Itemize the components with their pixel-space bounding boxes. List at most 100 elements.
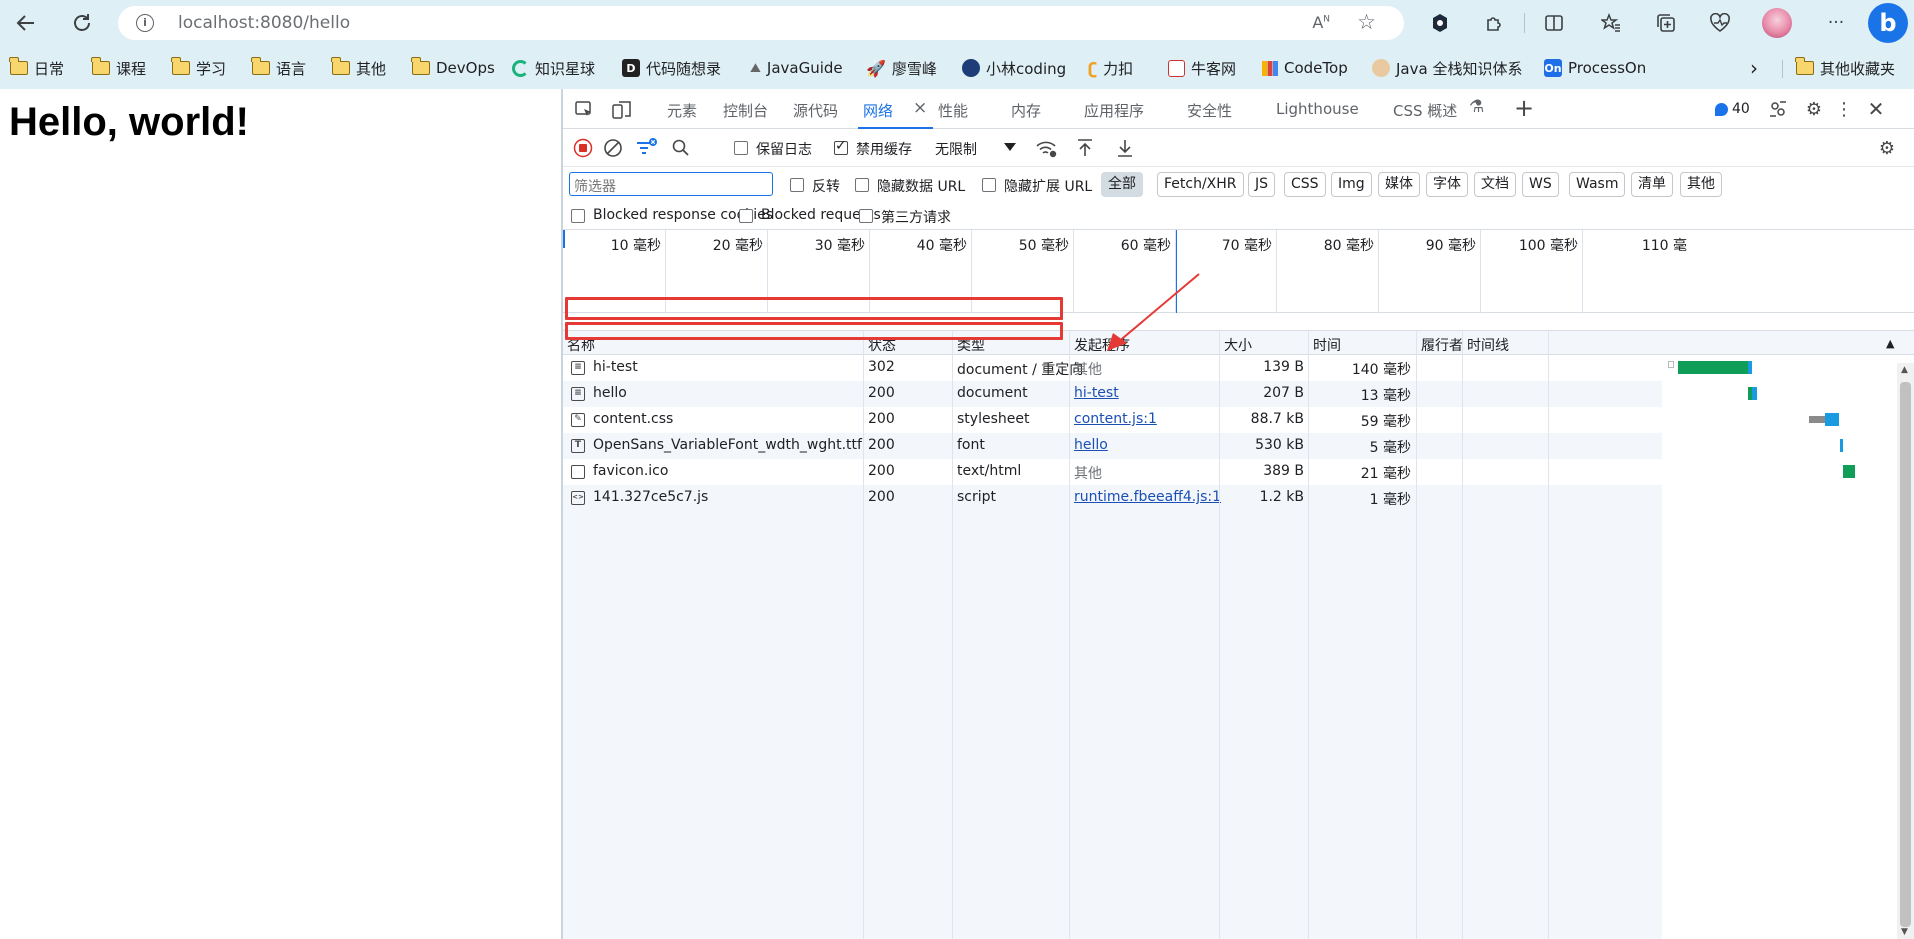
filter-type-wasm[interactable]: Wasm — [1569, 172, 1626, 197]
customize-icon[interactable] — [1767, 98, 1789, 120]
tab-performance[interactable]: 性能 — [938, 100, 968, 121]
record-stop-icon[interactable] — [573, 138, 593, 158]
bookmark-liaoxuefeng[interactable]: 🚀 廖雪峰 — [866, 56, 937, 80]
filter-type-img[interactable]: Img — [1331, 172, 1372, 197]
tab-memory[interactable]: 内存 — [1011, 100, 1041, 121]
filter-funnel-icon[interactable] — [635, 136, 659, 160]
request-initiator-link[interactable]: content.js:1 — [1074, 411, 1157, 427]
bookmark-codetop[interactable]: CodeTop — [1262, 56, 1348, 80]
table-row[interactable]: T OpenSans_VariableFont_wdth_wght.ttf 20… — [563, 433, 1662, 459]
bookmark-xuexi[interactable]: 学习 — [171, 56, 226, 80]
export-har-icon[interactable] — [1115, 138, 1135, 158]
filter-type-media[interactable]: 媒体 — [1378, 172, 1420, 197]
bookmark-richang[interactable]: 日常 — [9, 56, 64, 80]
scroll-up-icon[interactable]: ▲ — [1901, 365, 1908, 375]
table-row[interactable]: ≡ hi-test 302 document / 重定向 其他 139 B 14… — [563, 355, 1662, 381]
read-aloud-icon[interactable]: AN — [1312, 13, 1330, 32]
reload-icon[interactable] — [66, 7, 98, 39]
favorite-star-icon[interactable]: ☆ — [1357, 10, 1376, 34]
address-bar[interactable]: i localhost:8080/hello AN ☆ — [118, 6, 1404, 40]
request-initiator-link[interactable]: hello — [1074, 437, 1108, 453]
bookmark-leetcode[interactable]: ʗ 力扣 — [1088, 56, 1133, 80]
back-arrow-icon[interactable] — [10, 7, 42, 39]
filter-type-js[interactable]: JS — [1248, 172, 1276, 197]
extension-shield-icon[interactable] — [1426, 9, 1454, 37]
chevron-down-icon[interactable] — [1003, 140, 1017, 154]
bookmark-nowcoder[interactable]: 牛客网 — [1168, 56, 1236, 80]
scrollbar-thumb[interactable] — [1900, 382, 1911, 927]
inspect-element-icon[interactable] — [573, 99, 595, 121]
tab-security[interactable]: 安全性 — [1187, 100, 1232, 121]
network-conditions-icon[interactable] — [1035, 138, 1059, 160]
bookmark-devops[interactable]: DevOps — [411, 56, 495, 80]
column-time[interactable]: 时间 — [1313, 335, 1341, 355]
filter-type-all[interactable]: 全部 — [1101, 172, 1143, 197]
column-waterfall[interactable]: 时间线 — [1467, 335, 1509, 355]
clear-icon[interactable] — [603, 138, 623, 158]
split-screen-icon[interactable] — [1540, 9, 1568, 37]
favorites-icon[interactable] — [1597, 9, 1625, 37]
request-initiator-link[interactable]: runtime.fbeeaff4.js:1 — [1074, 489, 1221, 505]
preserve-log-checkbox[interactable] — [734, 141, 748, 155]
site-info-icon[interactable]: i — [136, 14, 154, 32]
more-menu-icon[interactable]: ··· — [1822, 9, 1850, 37]
hide-data-url-checkbox[interactable] — [855, 178, 869, 192]
profile-avatar[interactable] — [1762, 8, 1792, 38]
bookmark-zhishixingqiu[interactable]: 知识星球 — [512, 56, 595, 80]
bookmark-yuyan[interactable]: 语言 — [251, 56, 306, 80]
throttle-select[interactable]: 无限制 — [935, 139, 977, 159]
column-size[interactable]: 大小 — [1224, 335, 1252, 355]
table-row[interactable]: favicon.ico 200 text/html 其他 389 B 21 毫秒 — [563, 459, 1662, 485]
collections-icon[interactable] — [1652, 9, 1680, 37]
bookmark-processon[interactable]: On ProcessOn — [1544, 56, 1646, 80]
hide-ext-url-checkbox[interactable] — [982, 178, 996, 192]
blocked-requests-checkbox[interactable] — [739, 209, 753, 223]
column-fulfilled-by[interactable]: 履行者 — [1421, 335, 1463, 355]
add-tab-icon[interactable]: + — [1514, 94, 1534, 122]
kebab-menu-icon[interactable]: ⋮ — [1835, 98, 1853, 120]
other-bookmarks[interactable]: 其他收藏夹 — [1795, 56, 1895, 80]
bookmarks-chevron-icon[interactable]: › — [1750, 56, 1758, 80]
extensions-puzzle-icon[interactable] — [1480, 9, 1508, 37]
tab-network[interactable]: 网络 — [863, 100, 893, 121]
bookmark-qita[interactable]: 其他 — [331, 56, 386, 80]
device-toolbar-icon[interactable] — [611, 99, 633, 121]
tab-console[interactable]: 控制台 — [723, 100, 768, 121]
browser-essentials-icon[interactable] — [1706, 9, 1734, 37]
close-devtools-icon[interactable]: ✕ — [1865, 97, 1887, 121]
filter-type-other[interactable]: 其他 — [1680, 172, 1722, 197]
filter-type-font[interactable]: 字体 — [1426, 172, 1468, 197]
sort-ascending-icon[interactable]: ▲ — [1886, 337, 1894, 350]
bookmark-xiaolincoding[interactable]: 小林coding — [962, 56, 1066, 80]
tab-application[interactable]: 应用程序 — [1084, 100, 1144, 121]
tab-lighthouse[interactable]: Lighthouse — [1276, 100, 1359, 118]
settings-gear-icon[interactable]: ⚙ — [1803, 98, 1825, 120]
filter-input[interactable]: 筛选器 — [569, 172, 773, 196]
filter-type-doc[interactable]: 文档 — [1474, 172, 1516, 197]
filter-type-fetch-xhr[interactable]: Fetch/XHR — [1157, 172, 1244, 197]
invert-checkbox[interactable] — [790, 178, 804, 192]
filter-type-manifest[interactable]: 清单 — [1631, 172, 1673, 197]
tab-sources[interactable]: 源代码 — [793, 100, 838, 121]
disable-cache-checkbox[interactable] — [834, 138, 848, 155]
waterfall-scrollbar[interactable]: ▲ ▼ — [1897, 363, 1914, 939]
network-settings-icon[interactable]: ⚙ — [1876, 137, 1898, 159]
bookmark-javaguide[interactable]: ⛰ JavaGuide — [750, 56, 843, 80]
filter-type-ws[interactable]: WS — [1522, 172, 1559, 197]
request-initiator-link[interactable]: hi-test — [1074, 385, 1119, 401]
bookmark-kecheng[interactable]: 课程 — [91, 56, 146, 80]
scroll-down-icon[interactable]: ▼ — [1901, 927, 1908, 937]
bing-copilot-icon[interactable]: b — [1868, 3, 1908, 43]
filter-type-css[interactable]: CSS — [1284, 172, 1326, 197]
address-url[interactable]: localhost:8080/hello — [178, 13, 350, 33]
table-row[interactable]: ✎ content.css 200 stylesheet content.js:… — [563, 407, 1662, 433]
tab-elements[interactable]: 元素 — [667, 100, 697, 121]
third-party-checkbox[interactable] — [859, 209, 873, 223]
search-icon[interactable] — [671, 138, 691, 158]
table-row[interactable]: <> 141.327ce5c7.js 200 script runtime.fb… — [563, 485, 1662, 511]
table-row[interactable]: ≡ hello 200 document hi-test 207 B 13 毫秒 — [563, 381, 1662, 407]
issues-counter[interactable]: 40 — [1715, 101, 1750, 117]
bookmark-java-stack[interactable]: Java 全栈知识体系 — [1372, 56, 1522, 80]
blocked-cookies-checkbox[interactable] — [571, 209, 585, 223]
import-har-icon[interactable] — [1075, 138, 1095, 158]
